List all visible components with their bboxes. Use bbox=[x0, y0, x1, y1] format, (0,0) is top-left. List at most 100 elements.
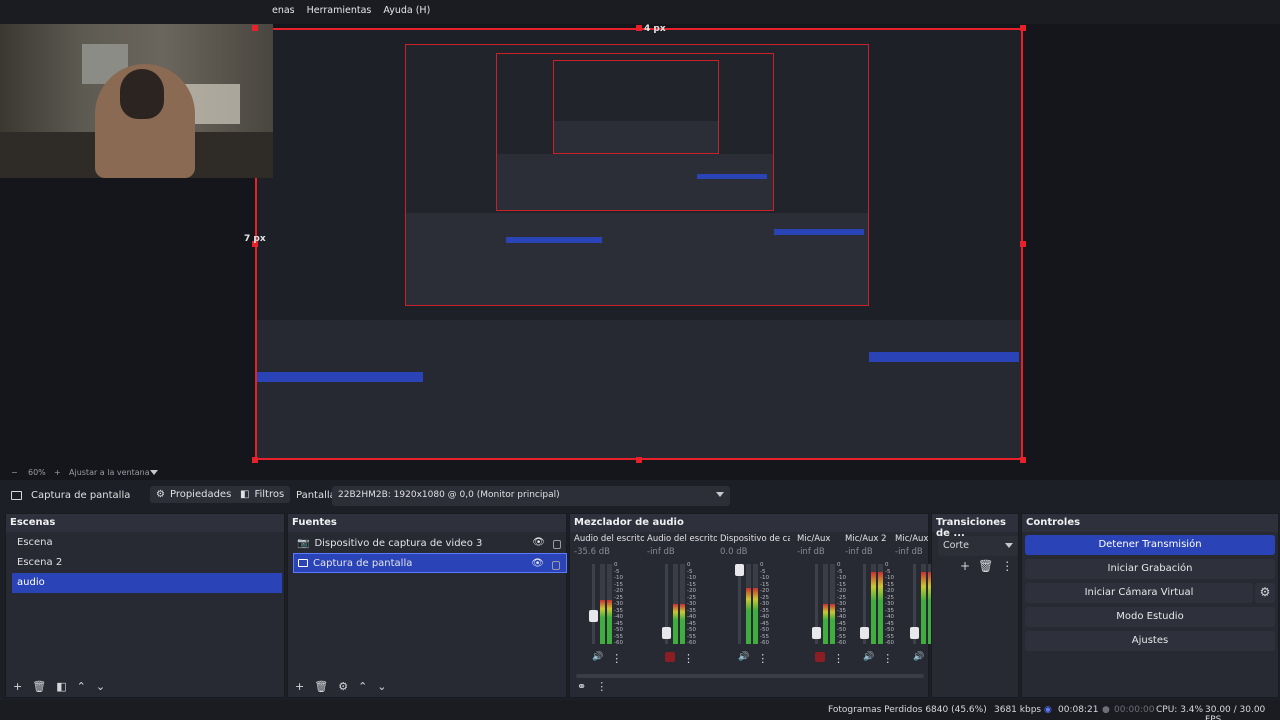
preview-canvas[interactable]: 4 px 7 px bbox=[0, 24, 1280, 466]
level-meter bbox=[680, 564, 685, 644]
more-icon[interactable]: ⋮ bbox=[611, 652, 622, 665]
resize-handle-tr[interactable] bbox=[1020, 25, 1026, 31]
add-icon[interactable]: + bbox=[960, 559, 970, 573]
properties-button[interactable]: ⚙ Propiedades bbox=[150, 486, 238, 503]
stop-stream-button[interactable]: Detener Transmisión bbox=[1025, 535, 1275, 555]
resize-handle-t[interactable] bbox=[636, 25, 642, 31]
meter-scale-tick: -40 bbox=[760, 614, 769, 620]
meter-scale-tick: -50 bbox=[614, 627, 623, 633]
menu-bar: enas Herramientas Ayuda (H) bbox=[0, 0, 1280, 24]
gear-icon: ⚙ bbox=[156, 489, 165, 500]
meter-scale-tick: -20 bbox=[760, 588, 769, 594]
speaker-muted-icon[interactable] bbox=[815, 652, 825, 662]
source-item-selected[interactable]: Captura de pantalla 👁 bbox=[293, 553, 567, 573]
trash-icon[interactable]: 🗑 bbox=[978, 559, 993, 573]
resize-handle-tl[interactable] bbox=[252, 25, 258, 31]
more-icon[interactable]: ⋮ bbox=[882, 652, 893, 665]
audio-mixer-dock: Mezclador de audio Audio del escritorio-… bbox=[569, 513, 944, 698]
speaker-icon[interactable]: 🔊 bbox=[913, 652, 924, 665]
gear-icon[interactable]: ⚙ bbox=[338, 680, 348, 693]
top-distance-label: 4 px bbox=[644, 24, 666, 34]
zoom-bar: − 60% + Ajustar a la ventana bbox=[0, 466, 1280, 480]
settings-button[interactable]: Ajustes bbox=[1025, 631, 1275, 651]
fader-knob[interactable] bbox=[589, 609, 598, 622]
more-icon[interactable]: ⋮ bbox=[596, 680, 607, 693]
resize-handle-b[interactable] bbox=[636, 457, 642, 463]
zoom-dropdown-arrow-icon[interactable] bbox=[150, 470, 158, 475]
meter-scale-tick: -40 bbox=[687, 614, 696, 620]
eye-icon[interactable]: 👁 bbox=[532, 537, 545, 549]
scene-item-selected[interactable]: audio bbox=[12, 573, 282, 593]
meter-scale-tick: -50 bbox=[885, 627, 894, 633]
level-meter bbox=[921, 564, 926, 644]
virtual-camera-button[interactable]: Iniciar Cámara Virtual bbox=[1025, 583, 1253, 603]
add-icon[interactable]: + bbox=[295, 680, 304, 693]
speaker-icon[interactable]: 🔊 bbox=[738, 652, 749, 665]
more-icon[interactable]: ⋮ bbox=[833, 652, 844, 665]
chevron-down-icon bbox=[1005, 543, 1013, 548]
resize-handle-r[interactable] bbox=[1020, 241, 1026, 247]
zoom-in-button[interactable]: + bbox=[54, 468, 61, 477]
menu-item-herramientas[interactable]: Herramientas bbox=[307, 5, 372, 16]
transition-select[interactable]: Corte bbox=[938, 536, 1018, 556]
display-select[interactable]: 22B2HM2B: 1920x1080 @ 0,0 (Monitor princ… bbox=[332, 486, 730, 506]
mixer-channel: Audio del escritorio -inf dB 0-5-10-15-20-… bbox=[647, 534, 717, 674]
arrow-down-icon[interactable]: ⌄ bbox=[96, 680, 105, 693]
studio-mode-button[interactable]: Modo Estudio bbox=[1025, 607, 1275, 627]
meter-scale-tick: -60 bbox=[760, 640, 769, 646]
arrow-up-icon[interactable]: ⌃ bbox=[358, 680, 367, 693]
meter-scale-tick: -10 bbox=[760, 575, 769, 581]
scene-item[interactable]: Escena bbox=[12, 533, 282, 553]
zoom-level: 60% bbox=[28, 468, 46, 477]
stream-icon: ◉ bbox=[1044, 705, 1052, 715]
mixer-channel: Mic/Aux -inf dB 0 -5 -10 -15 -20 -25 -30 -35 -40 -4… bbox=[797, 534, 846, 674]
status-bar: Fotogramas Perdidos 6840 (45.6%) 3681 kb… bbox=[0, 700, 1280, 720]
speaker-icon[interactable]: 🔊 bbox=[863, 652, 874, 665]
more-icon[interactable]: ⋮ bbox=[1001, 559, 1013, 573]
fader-knob[interactable] bbox=[812, 627, 821, 639]
screen-capture-source[interactable] bbox=[255, 28, 1023, 460]
resize-handle-bl[interactable] bbox=[252, 457, 258, 463]
more-icon[interactable]: ⋮ bbox=[757, 652, 768, 665]
stream-time: 00:08:21 bbox=[1058, 705, 1099, 715]
fader-knob[interactable] bbox=[662, 627, 671, 639]
menu-item-escenas[interactable]: enas bbox=[272, 5, 295, 16]
zoom-out-button[interactable]: − bbox=[11, 468, 18, 477]
fader-knob[interactable] bbox=[735, 564, 744, 576]
trash-icon[interactable]: 🗑 bbox=[32, 680, 46, 693]
add-icon[interactable]: + bbox=[13, 680, 22, 693]
lock-icon[interactable] bbox=[552, 561, 560, 570]
level-meter bbox=[600, 564, 605, 644]
level-meter bbox=[673, 564, 678, 644]
fader-knob[interactable] bbox=[910, 627, 919, 639]
camera-icon: 📷 bbox=[297, 537, 310, 549]
scenes-dock: Escenas Escena Escena 2 audio + 🗑 ◧ ⌃ ⌄ bbox=[5, 513, 285, 698]
arrow-up-icon[interactable]: ⌃ bbox=[77, 680, 86, 693]
link-icon[interactable]: ⚭ bbox=[577, 680, 586, 693]
mixer-channel-db: 0.0 dB bbox=[720, 547, 748, 557]
eye-icon[interactable]: 👁 bbox=[531, 558, 544, 570]
arrow-down-icon[interactable]: ⌄ bbox=[377, 680, 386, 693]
fit-window-label[interactable]: Ajustar a la ventana bbox=[69, 468, 150, 477]
speaker-muted-icon[interactable] bbox=[665, 652, 675, 662]
resize-handle-br[interactable] bbox=[1020, 457, 1026, 463]
filters-button[interactable]: ◧ Filtros bbox=[234, 486, 291, 503]
fader-knob[interactable] bbox=[860, 627, 869, 639]
source-item[interactable]: 📷 Dispositivo de captura de video 3 👁 bbox=[293, 533, 567, 553]
menu-item-ayuda[interactable]: Ayuda (H) bbox=[383, 5, 430, 16]
meter-scale-tick: -60 bbox=[885, 640, 894, 646]
scene-item[interactable]: Escena 2 bbox=[12, 553, 282, 573]
meter-scale-tick: -10 bbox=[687, 575, 696, 581]
source-item-label: Captura de pantalla bbox=[313, 557, 413, 569]
volume-fader[interactable] bbox=[738, 564, 741, 644]
start-recording-button[interactable]: Iniciar Grabación bbox=[1025, 559, 1275, 579]
volume-fader[interactable] bbox=[592, 564, 595, 644]
speaker-icon[interactable]: 🔊 bbox=[592, 652, 603, 665]
webcam-video-source[interactable] bbox=[0, 24, 273, 178]
filter-icon[interactable]: ◧ bbox=[56, 680, 66, 693]
mixer-channel-db: -35.6 dB bbox=[574, 547, 610, 557]
virtual-camera-settings-gear-icon[interactable]: ⚙ bbox=[1255, 583, 1275, 603]
trash-icon[interactable]: 🗑 bbox=[314, 680, 328, 693]
lock-icon[interactable] bbox=[553, 540, 561, 549]
more-icon[interactable]: ⋮ bbox=[683, 652, 694, 665]
